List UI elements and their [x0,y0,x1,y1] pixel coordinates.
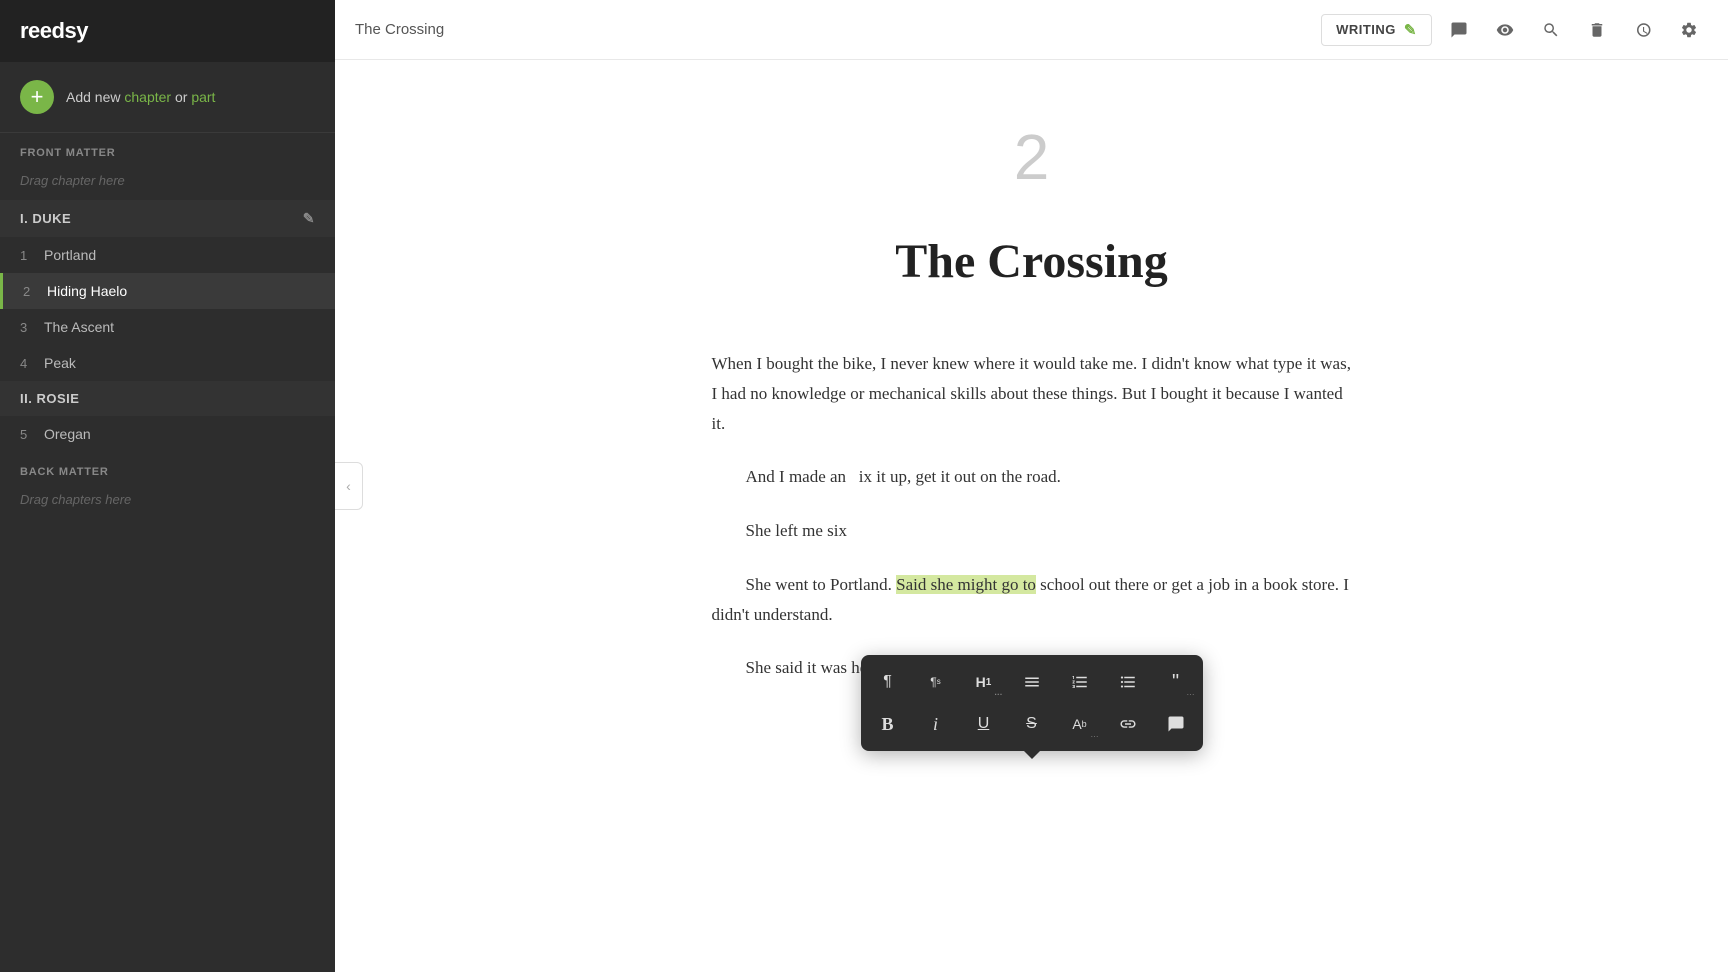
add-chapter-link[interactable]: chapter [124,89,171,105]
paragraph-3[interactable]: She left me six [712,516,1352,546]
paragraph-1[interactable]: When I bought the bike, I never knew whe… [712,349,1352,438]
add-new-section: + Add new chapter or part [0,62,335,133]
chapter-title-the-ascent: The Ascent [44,319,114,335]
writing-mode-label: WRITING [1336,22,1396,37]
chapter-content: 2 The Crossing When I bought the bike, I… [692,120,1372,683]
paragraph-4[interactable]: She went to Portland. Said she might go … [712,570,1352,630]
format-italic-btn[interactable]: i [913,705,959,743]
search-button[interactable] [1532,11,1570,49]
chapter-breadcrumb: The Crossing [355,21,444,38]
part-header-rosie[interactable]: II. ROSIE [0,381,335,416]
main-area: The Crossing WRITING ✎ [335,0,1728,972]
eye-icon [1496,21,1514,39]
format-toolbar: ¶ ¶s H1··· "··· B i U S Ab··· [861,655,1203,751]
format-align-btn[interactable] [1009,663,1055,701]
chapter-num-3: 3 [20,320,44,335]
back-matter-placeholder: Drag chapters here [0,484,335,519]
delete-button[interactable] [1578,11,1616,49]
format-toolbar-row-2: B i U S Ab··· [865,705,1199,743]
sidebar: reedsy + Add new chapter or part FRONT M… [0,0,335,972]
preview-button[interactable] [1486,11,1524,49]
top-actions: WRITING ✎ [1321,11,1708,49]
chapter-num-2: 2 [23,284,47,299]
logo[interactable]: reedsy [20,18,88,44]
chapter-title: The Crossing [712,234,1352,289]
format-link-btn[interactable] [1105,705,1151,743]
format-blockquote-btn[interactable]: "··· [1153,663,1199,701]
chapter-num-5: 5 [20,427,44,442]
part-duke-label: I. DUKE [20,211,71,226]
front-matter-placeholder: Drag chapter here [0,165,335,200]
format-heading1-btn[interactable]: H1··· [961,663,1007,701]
settings-button[interactable] [1670,11,1708,49]
history-icon [1634,21,1652,39]
chapter-item-peak[interactable]: 4 Peak [0,345,335,381]
format-font-size-btn[interactable]: Ab··· [1057,705,1103,743]
chapter-item-oregan[interactable]: 5 Oregan [0,416,335,452]
chapter-body[interactable]: When I bought the bike, I never knew whe… [712,349,1352,683]
chapter-title-oregan: Oregan [44,426,91,442]
format-ordered-list-btn[interactable] [1057,663,1103,701]
chapter-item-portland[interactable]: 1 Portland [0,237,335,273]
top-bar: The Crossing WRITING ✎ [335,0,1728,60]
search-icon [1542,21,1560,39]
add-new-text: Add new chapter or part [66,89,215,105]
format-underline-btn[interactable]: U [961,705,1007,743]
back-matter-header: BACK MATTER [0,456,335,484]
collapse-sidebar-button[interactable]: ‹ [335,462,363,510]
part-rosie-label: II. ROSIE [20,391,79,406]
format-paragraph-sans-btn[interactable]: ¶s [913,663,959,701]
settings-icon [1680,21,1698,39]
writing-mode-button[interactable]: WRITING ✎ [1321,14,1432,46]
chapter-title-hiding-haelo: Hiding Haelo [47,283,127,299]
chapter-title-portland: Portland [44,247,96,263]
sidebar-header: reedsy [0,0,335,62]
part-header-duke[interactable]: I. DUKE ✎ [0,200,335,237]
paragraph-2[interactable]: And I made an ix it up, get it out on th… [712,462,1352,492]
format-strikethrough-btn[interactable]: S [1009,705,1055,743]
chapter-title-peak: Peak [44,355,76,371]
add-icon[interactable]: + [20,80,54,114]
comment-icon [1450,21,1468,39]
chapter-num-1: 1 [20,248,44,263]
highlighted-text: Said she might go to [896,575,1036,594]
history-button[interactable] [1624,11,1662,49]
comment-button[interactable] [1440,11,1478,49]
front-matter-header: FRONT MATTER [0,137,335,165]
pencil-icon: ✎ [1404,21,1417,39]
chapter-item-the-ascent[interactable]: 3 The Ascent [0,309,335,345]
content-area[interactable]: 2 The Crossing When I bought the bike, I… [335,60,1728,972]
chapter-number: 2 [712,120,1352,194]
chapter-item-hiding-haelo[interactable]: 2 Hiding Haelo [0,273,335,309]
add-part-link[interactable]: part [191,89,215,105]
trash-icon [1588,21,1606,39]
chapter-num-4: 4 [20,356,44,371]
format-bullet-list-btn[interactable] [1105,663,1151,701]
part-edit-icon[interactable]: ✎ [303,210,315,227]
format-comment-btn[interactable] [1153,705,1199,743]
format-bold-btn[interactable]: B [865,705,911,743]
format-toolbar-row-1: ¶ ¶s H1··· "··· [865,663,1199,701]
format-paragraph-btn[interactable]: ¶ [865,663,911,701]
